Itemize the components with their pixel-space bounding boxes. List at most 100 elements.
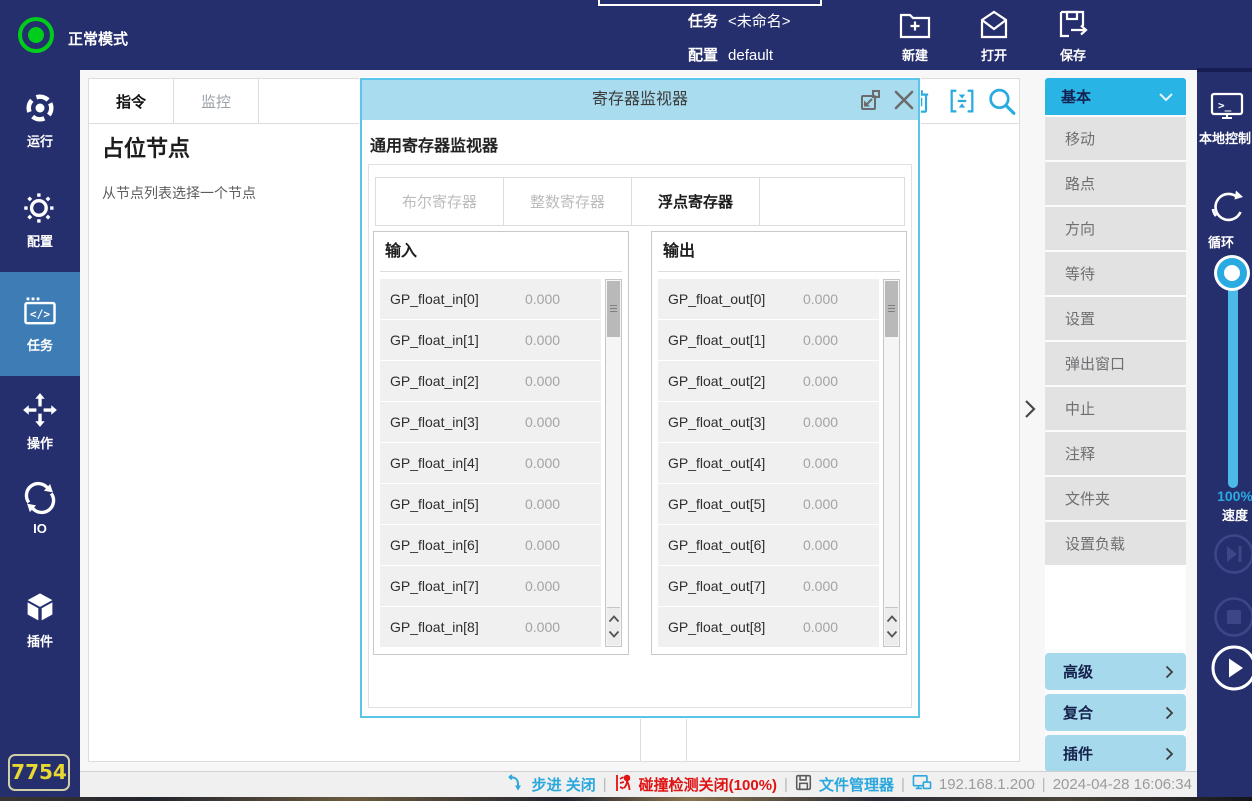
network-monitor-icon: [912, 774, 932, 796]
tab-instruction[interactable]: 指令: [89, 79, 174, 124]
collision-detect-status[interactable]: 碰撞检测关闭(100%): [639, 774, 777, 795]
local-control-icon[interactable]: >_: [1210, 90, 1244, 129]
command-item[interactable]: 移动: [1045, 117, 1186, 160]
new-task-button[interactable]: 新建: [883, 8, 947, 64]
sidebar-item-operate[interactable]: 操作: [0, 392, 80, 452]
file-manager-link[interactable]: 文件管理器: [819, 774, 894, 795]
register-name: GP_float_in[7]: [380, 578, 479, 594]
register-name: GP_float_out[0]: [658, 291, 765, 307]
tab-int-register[interactable]: 整数寄存器: [504, 178, 632, 225]
task-code-icon: </>: [0, 294, 80, 330]
register-name: GP_float_in[0]: [380, 291, 479, 307]
register-row: GP_float_out[7] 0.000: [658, 566, 879, 606]
command-item[interactable]: 文件夹: [1045, 477, 1186, 520]
datetime: 2024-04-28 16:06:34: [1053, 776, 1192, 793]
sidebar-item-io[interactable]: IO: [0, 480, 80, 536]
open-task-button[interactable]: 打开: [962, 8, 1026, 64]
register-value: 0.000: [525, 414, 560, 430]
register-row: GP_float_in[7] 0.000: [380, 566, 601, 606]
svg-text:>_: >_: [1218, 99, 1232, 112]
desktop-background-strip: [0, 797, 1252, 801]
register-value: 0.000: [525, 373, 560, 389]
new-task-label: 新建: [883, 45, 947, 64]
register-name: GP_float_out[6]: [658, 537, 765, 553]
tab-filler: [760, 178, 904, 225]
command-item[interactable]: 中止: [1045, 387, 1186, 430]
config-value: default: [728, 47, 773, 64]
register-value: 0.000: [525, 578, 560, 594]
register-row: GP_float_in[4] 0.000: [380, 443, 601, 483]
input-panel-title: 输入: [380, 232, 622, 272]
command-item[interactable]: 设置负载: [1045, 522, 1186, 565]
scroll-buttons: [607, 607, 620, 645]
loop-icon[interactable]: [1209, 188, 1247, 233]
command-item[interactable]: 路点: [1045, 162, 1186, 205]
speed-value: 100%: [1215, 488, 1252, 504]
register-value: 0.000: [525, 455, 560, 471]
app-root: 正常模式 任务<未命名> 配置default 新建 打开 保存: [0, 0, 1252, 801]
sidebar-item-run[interactable]: 运行: [0, 90, 80, 150]
register-value: 0.000: [803, 291, 838, 307]
scroll-down-icon[interactable]: [608, 630, 620, 638]
expand-panel-chevron-icon[interactable]: [1023, 398, 1037, 425]
command-group-button[interactable]: 高级: [1045, 653, 1186, 690]
sidebar-item-config[interactable]: 配置: [0, 190, 80, 250]
task-value: <未命名>: [728, 13, 791, 30]
save-task-button[interactable]: 保存: [1041, 8, 1105, 64]
input-register-panel: 输入 GP_float_in[0] 0.000 GP_float_in[1] 0…: [373, 231, 629, 655]
chevron-down-icon: [1158, 92, 1174, 102]
scroll-up-icon[interactable]: [608, 615, 620, 623]
sidebar-item-plugin[interactable]: 插件: [0, 590, 80, 650]
play-button[interactable]: [1210, 644, 1252, 697]
scroll-up-icon[interactable]: [886, 615, 898, 623]
page-title: 占位节点: [102, 131, 190, 163]
step-mode-icon: [507, 774, 525, 796]
scrollbar-thumb[interactable]: [607, 281, 620, 337]
ip-address: 192.168.1.200: [939, 776, 1035, 793]
command-group-button[interactable]: 插件: [1045, 735, 1186, 772]
command-group-label: 插件: [1063, 743, 1093, 764]
register-name: GP_float_out[5]: [658, 496, 765, 512]
speed-slider-track[interactable]: [1228, 272, 1238, 488]
io-cycle-icon: [0, 480, 80, 516]
command-group-basic[interactable]: 基本: [1045, 78, 1186, 115]
task-label: 任务: [688, 13, 718, 30]
command-panel: 基本 移动路点方向等待设置弹出窗口中止注释文件夹设置负载 高级 复合 插件: [1045, 78, 1186, 772]
sidebar-item-task[interactable]: </> 任务: [0, 294, 80, 354]
stop-button[interactable]: [1213, 596, 1252, 643]
output-scrollbar[interactable]: [883, 279, 900, 647]
register-row: GP_float_out[0] 0.000: [658, 279, 879, 319]
scroll-down-icon[interactable]: [886, 630, 898, 638]
command-group-button[interactable]: 复合: [1045, 694, 1186, 731]
page-description: 从节点列表选择一个节点: [102, 183, 256, 203]
register-row: GP_float_out[5] 0.000: [658, 484, 879, 524]
file-manager-icon: [795, 774, 812, 795]
tab-monitor[interactable]: 监控: [174, 79, 259, 124]
register-value: 0.000: [803, 373, 838, 389]
input-scrollbar[interactable]: [605, 279, 622, 647]
top-bar: 正常模式 任务<未命名> 配置default 新建 打开 保存: [0, 0, 1252, 70]
register-value: 0.000: [803, 496, 838, 512]
new-file-icon: [883, 8, 947, 42]
status-badge[interactable]: 7754: [8, 754, 70, 791]
command-item[interactable]: 等待: [1045, 252, 1186, 295]
collapse-icon[interactable]: [947, 86, 977, 121]
register-name: GP_float_in[4]: [380, 455, 479, 471]
command-item[interactable]: 弹出窗口: [1045, 342, 1186, 385]
command-item[interactable]: 注释: [1045, 432, 1186, 475]
command-panel-spacer: [1045, 565, 1186, 649]
restore-window-icon[interactable]: [858, 88, 882, 117]
register-value: 0.000: [803, 414, 838, 430]
local-control-label: 本地控制: [1199, 128, 1251, 147]
speed-slider-handle[interactable]: [1217, 258, 1247, 288]
scrollbar-thumb[interactable]: [885, 281, 898, 337]
close-icon[interactable]: [892, 88, 916, 117]
step-mode-status[interactable]: 步进 关闭: [532, 774, 596, 795]
tab-bool-register[interactable]: 布尔寄存器: [376, 178, 504, 225]
output-register-panel: 输出 GP_float_out[0] 0.000 GP_float_out[1]…: [651, 231, 907, 655]
step-forward-button[interactable]: [1213, 533, 1252, 580]
tab-float-register[interactable]: 浮点寄存器: [632, 178, 760, 225]
search-icon[interactable]: [986, 86, 1017, 122]
command-item[interactable]: 设置: [1045, 297, 1186, 340]
command-item[interactable]: 方向: [1045, 207, 1186, 250]
